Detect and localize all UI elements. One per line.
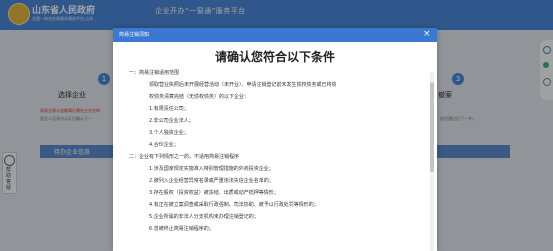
- list-item: 2.非公司企业法人；: [149, 118, 194, 124]
- section-2-title: 二：企业有下列情形之一的，不适用简易注销程序: [129, 154, 240, 160]
- list-item: 1.涉及国家规定实施准入特别管理措施的外商投资企业；: [149, 166, 274, 172]
- modal-header: 简易注销须知 ×: [113, 28, 437, 42]
- section-1-text: 领取营业执照后未开展经营活动（未开业）、申请注销登记前未发生债权债务或已将债: [149, 82, 337, 88]
- list-item: 4.合伙企业；: [149, 142, 179, 148]
- list-item: 2.被列入企业经营异常名录或严重违法失信企业名单的；: [149, 178, 274, 184]
- modal-tab-title: 简易注销须知: [119, 32, 150, 38]
- section-1-title: 一：简易注销适用范围: [129, 70, 180, 76]
- list-item: 3.存在股权（投资权益）被冻结、出质或动产抵押等情形；: [149, 190, 279, 196]
- section-1-text-cont: 权债务清算完结（无债权债务）的以下企业：: [149, 94, 250, 100]
- list-item: 3.个人独资企业；: [149, 130, 189, 136]
- modal-heading: 请确认您符合以下条件: [214, 50, 335, 64]
- simple-deregistration-modal: 简易注销须知 × 请确认您符合以下条件 一：简易注销适用范围 领取营业执照后未开…: [113, 28, 437, 251]
- list-item: 5.企业所属的非法人分支机构未办理注销登记的；: [149, 214, 259, 220]
- list-item: 4.有正在被立案调查或采取行政强制、司法协助、被予以行政处罚等情形的；: [149, 202, 319, 208]
- scrollbar-thumb[interactable]: [430, 82, 434, 172]
- close-icon[interactable]: ×: [423, 29, 431, 40]
- list-item: 1.有限责任公司；: [149, 106, 189, 112]
- modal-scrollbar[interactable]: [430, 72, 434, 251]
- list-item: 6.曾被终止简易注销程序的；: [149, 226, 214, 232]
